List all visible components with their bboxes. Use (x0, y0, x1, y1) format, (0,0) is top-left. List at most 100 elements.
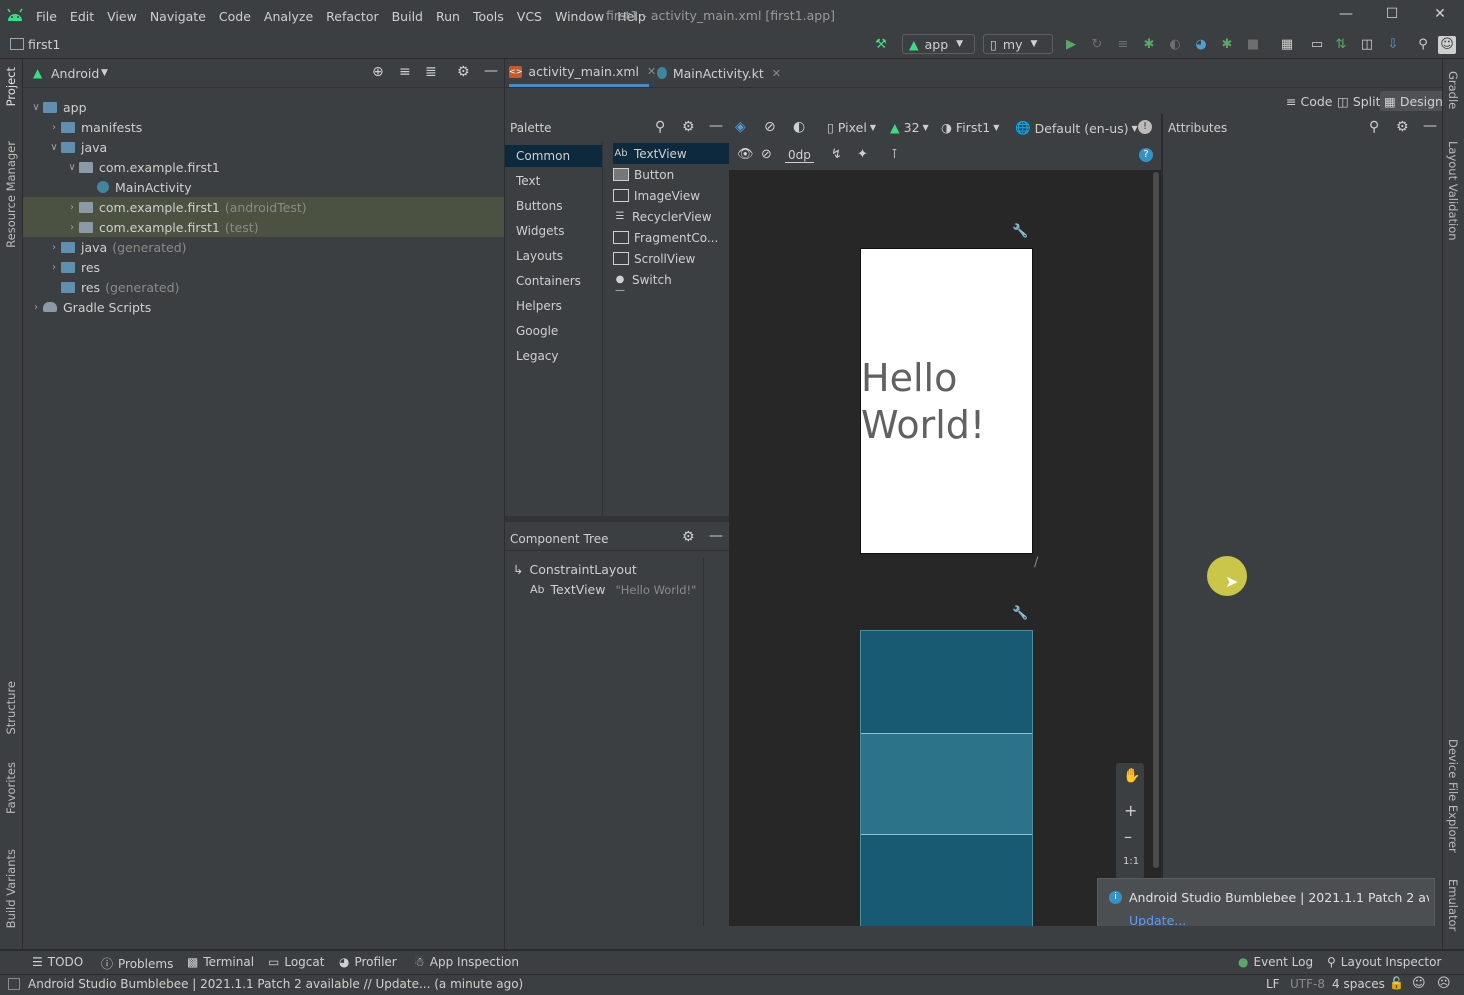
tree-row[interactable]: › manifests (23, 117, 504, 137)
menu-refactor[interactable]: Refactor (326, 9, 378, 24)
menu-run[interactable]: Run (436, 9, 460, 24)
resize-handle-icon[interactable]: ∕ (1034, 555, 1038, 570)
coverage-icon[interactable]: ◐ (1166, 36, 1184, 54)
project-breadcrumb[interactable]: first1 (28, 37, 60, 52)
chevron-right-icon[interactable]: › (65, 202, 79, 213)
gear-icon[interactable]: ⚙ (457, 64, 470, 80)
line-separator-indicator[interactable]: LF (1266, 977, 1280, 991)
gradle-tool-tab[interactable]: Gradle (1446, 71, 1460, 109)
locale-select[interactable]: 🌐 Default (en-us) ▼ (1015, 120, 1138, 136)
infer-constraints-icon[interactable]: ✦ (857, 147, 868, 162)
lock-icon[interactable]: 🔓 (1389, 976, 1404, 990)
sdk-manager-icon[interactable]: ⇩ (1384, 36, 1402, 54)
terminal-tool-tab[interactable]: ▩ Terminal (187, 955, 254, 969)
project-structure-icon[interactable]: ▦ (1278, 36, 1296, 54)
search-icon[interactable]: ⚲ (655, 119, 665, 135)
resource-manager-tool-tab[interactable]: Resource Manager (4, 141, 18, 248)
search-everywhere-icon[interactable]: ⚲ (1414, 36, 1432, 54)
layout-inspector-tool-tab[interactable]: ⚲ Layout Inspector (1327, 955, 1441, 969)
design-surface[interactable]: 🔧 Hello World! ∕ 🔧 ✋ + – 1:1 (729, 170, 1161, 926)
design-preview-screen[interactable]: Hello World! (860, 248, 1033, 554)
debug-icon[interactable]: ✱ (1140, 36, 1158, 54)
palette-category-text[interactable]: Text (516, 174, 540, 188)
feedback-happy-icon[interactable]: ☺ (1412, 976, 1426, 991)
favorites-tool-tab[interactable]: Favorites (4, 762, 18, 814)
component-constraintlayout[interactable]: ↳ ConstraintLayout (513, 562, 637, 577)
device-manager-icon[interactable]: ▭ (1308, 36, 1326, 54)
menu-vcs[interactable]: VCS (517, 9, 542, 24)
app-inspection-tool-tab[interactable]: ☃ App Inspection (414, 955, 519, 969)
hide-panel-icon[interactable]: — (709, 528, 723, 544)
project-view-mode-select[interactable]: Android (51, 66, 99, 81)
menu-window[interactable]: Window (555, 9, 604, 24)
menu-file[interactable]: File (36, 9, 57, 24)
chevron-right-icon[interactable]: › (47, 122, 61, 133)
chevron-right-icon[interactable]: › (47, 262, 61, 273)
collapse-all-icon[interactable]: ≣ (425, 64, 437, 80)
device-preview-select[interactable]: ▯ Pixel ▼ (827, 120, 876, 135)
menu-edit[interactable]: Edit (70, 9, 94, 24)
search-icon[interactable]: ⚲ (1369, 119, 1379, 135)
wrench-icon[interactable]: 🔧 (1012, 224, 1028, 239)
hide-panel-icon[interactable]: — (709, 118, 723, 134)
hide-panel-icon[interactable]: — (1423, 118, 1437, 134)
maximize-icon[interactable]: ☐ (1382, 6, 1402, 26)
vertical-scrollbar[interactable] (1153, 172, 1159, 868)
status-message[interactable]: Android Studio Bumblebee | 2021.1.1 Patc… (28, 977, 523, 991)
toggle-tool-windows-icon[interactable] (8, 978, 20, 990)
zoom-to-fit-button[interactable]: 1:1 (1123, 856, 1139, 867)
tree-row[interactable]: › res (23, 257, 504, 277)
tree-row[interactable]: › java (generated) (23, 237, 504, 257)
sync-gradle-icon[interactable]: ⇅ (1332, 36, 1350, 54)
code-mode-button[interactable]: ≡ Code (1282, 91, 1337, 111)
zoom-in-icon[interactable]: + (1124, 801, 1137, 820)
menu-view[interactable]: View (107, 9, 137, 24)
indent-indicator[interactable]: 4 spaces (1332, 977, 1385, 991)
design-mode-button[interactable]: ▦ Design (1380, 91, 1447, 111)
profiler-tool-tab[interactable]: ◕ Profiler (339, 955, 397, 969)
wrench-icon[interactable]: 🔧 (1012, 606, 1028, 621)
gear-icon[interactable]: ⚙ (682, 529, 695, 545)
zoom-out-icon[interactable]: – (1124, 827, 1132, 846)
theme-select[interactable]: ◑ First1 ▼ (941, 120, 999, 135)
todo-tool-tab[interactable]: ☰ TODO (32, 955, 83, 969)
palette-item-switch[interactable]: ●— Switch (613, 269, 729, 297)
problems-tool-tab[interactable]: ⓘ Problems (101, 955, 173, 972)
palette-category-google[interactable]: Google (516, 324, 558, 338)
palette-item-button[interactable]: Button (613, 164, 729, 185)
run-icon[interactable]: ▶ (1062, 36, 1080, 54)
palette-category-layouts[interactable]: Layouts (516, 249, 563, 263)
autoconnect-icon[interactable]: ⊘ (761, 147, 772, 162)
account-icon[interactable]: ☺ (1438, 36, 1456, 54)
attach-debugger-icon[interactable]: ✱ (1218, 36, 1236, 54)
chevron-down-icon[interactable]: ∨ (65, 162, 79, 173)
feedback-sad-icon[interactable]: ☹ (1437, 976, 1451, 991)
tree-row[interactable]: › com.example.first1 (test) (23, 217, 504, 237)
view-options-icon[interactable]: 👁 (737, 147, 754, 162)
clear-constraints-icon[interactable]: ↯ (831, 147, 842, 162)
blueprint-preview-screen[interactable] (860, 630, 1033, 926)
encoding-indicator[interactable]: UTF-8 (1290, 977, 1325, 991)
gear-icon[interactable]: ⚙ (682, 119, 695, 135)
chevron-down-icon[interactable]: ∨ (29, 102, 43, 113)
palette-item-recyclerview[interactable]: ☰ RecyclerView (613, 206, 729, 227)
component-textview[interactable]: Ab TextView "Hello World!" (530, 582, 696, 597)
menu-analyze[interactable]: Analyze (264, 9, 313, 24)
close-tab-icon[interactable]: ✕ (647, 65, 656, 78)
default-margins-select[interactable]: 0dp (785, 148, 814, 163)
apply-code-changes-icon[interactable]: ≡ (1114, 36, 1132, 54)
tree-row[interactable]: res (generated) (23, 277, 504, 297)
guidelines-icon[interactable]: ⊺ (891, 147, 898, 162)
chevron-down-icon[interactable]: ∨ (47, 142, 61, 153)
warnings-icon[interactable]: ! (1138, 120, 1152, 134)
split-mode-button[interactable]: ◫ Split (1333, 91, 1385, 111)
device-file-explorer-tool-tab[interactable]: Device File Explorer (1446, 739, 1460, 853)
chevron-down-icon[interactable]: ▼ (101, 68, 108, 78)
tree-row[interactable]: ∨ java (23, 137, 504, 157)
structure-tool-tab[interactable]: Structure (4, 681, 18, 735)
gear-icon[interactable]: ⚙ (1396, 119, 1409, 135)
chevron-right-icon[interactable]: › (65, 222, 79, 233)
tree-row[interactable]: ∨ com.example.first1 (23, 157, 504, 177)
tab-activity-main-xml[interactable]: <> activity_main.xml ✕ (509, 59, 656, 87)
menu-build[interactable]: Build (392, 9, 423, 24)
